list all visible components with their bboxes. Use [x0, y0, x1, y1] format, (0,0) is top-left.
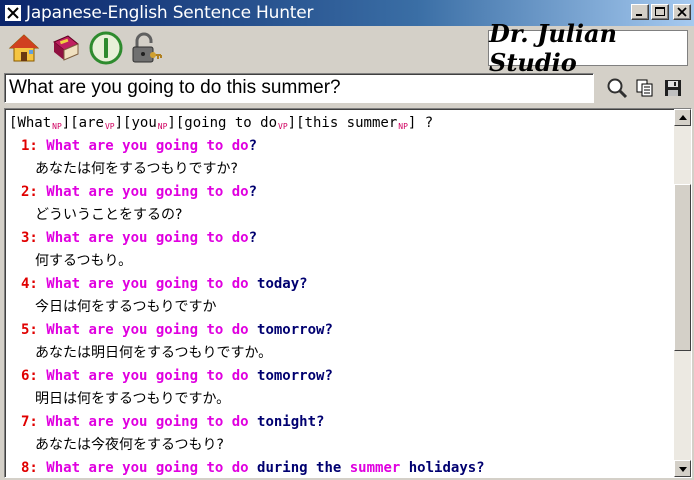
- phrase-tag: NP: [398, 122, 408, 131]
- sentence-search-input[interactable]: [4, 73, 594, 103]
- lock-button[interactable]: [128, 30, 164, 66]
- matched-text: What are you going to do: [46, 230, 249, 246]
- phrase-end: ?: [416, 115, 434, 131]
- phrase-chunk: [WhatNP]: [9, 115, 71, 131]
- vertical-scrollbar[interactable]: [674, 109, 691, 477]
- result-entry[interactable]: 2: What are you going to do? どういうことをするの?: [9, 181, 669, 227]
- app-icon: [4, 4, 22, 22]
- maximize-icon: [655, 7, 665, 16]
- maximize-button[interactable]: [651, 4, 669, 20]
- results-pane[interactable]: [WhatNP][areVP][youNP][going to doVP][th…: [4, 108, 692, 478]
- phrase-parse-line: [WhatNP][areVP][youNP][going to doVP][th…: [9, 113, 669, 135]
- save-button[interactable]: [660, 75, 686, 101]
- english-sentence: 2: What are you going to do?: [9, 181, 669, 204]
- phrase-text: you: [131, 115, 157, 131]
- japanese-translation: どういうことをするの?: [35, 207, 183, 223]
- search-button[interactable]: [604, 75, 630, 101]
- japanese-translation: あなたは何をするつもりですか?: [35, 161, 238, 177]
- result-entry[interactable]: 4: What are you going to do today? 今日は何をす…: [9, 273, 669, 319]
- result-number: 1:: [21, 138, 47, 154]
- matched-text: What are you going to do: [46, 322, 249, 338]
- matched-text: What are you going to do: [46, 460, 249, 476]
- sentence-text: tonight?: [248, 414, 325, 430]
- sentence-text: ?: [248, 230, 258, 246]
- phrase-tag: NP: [52, 122, 62, 131]
- search-icon: [607, 78, 628, 99]
- result-number: 4:: [21, 276, 47, 292]
- japanese-translation: 明日は何をするつもりですか。: [35, 391, 231, 407]
- english-sentence: 3: What are you going to do?: [9, 227, 669, 250]
- result-number: 8:: [21, 460, 47, 476]
- matched-text: summer: [349, 460, 401, 476]
- result-number: 6:: [21, 368, 47, 384]
- dictionary-book-icon: [53, 35, 79, 61]
- lock-icon: [132, 32, 162, 63]
- matched-text: What are you going to do: [46, 276, 249, 292]
- sentence-text: holidays?: [400, 460, 485, 476]
- studio-logo: Dr. Julian Studio: [488, 19, 688, 77]
- power-icon: [89, 31, 123, 65]
- japanese-translation: あなたは明日何をするつもりですか。: [35, 345, 273, 361]
- save-icon: [665, 80, 681, 96]
- phrase-text: this summer: [304, 115, 398, 131]
- matched-text: What are you going to do: [46, 138, 249, 154]
- sentence-text: ?: [248, 138, 258, 154]
- english-sentence: 8: What are you going to do during the s…: [9, 457, 669, 477]
- toolbar: Dr. Julian Studio: [0, 19, 694, 77]
- english-sentence: 1: What are you going to do?: [9, 135, 669, 158]
- matched-text: What are you going to do: [46, 368, 249, 384]
- sentence-text: tomorrow?: [248, 368, 333, 384]
- dictionary-button[interactable]: [48, 30, 84, 66]
- phrase-tag: VP: [278, 122, 288, 131]
- minimize-button[interactable]: [631, 4, 649, 20]
- search-row: [0, 70, 694, 106]
- copy-icon: [636, 79, 653, 97]
- matched-text: What are you going to do: [46, 184, 249, 200]
- result-number: 7:: [21, 414, 47, 430]
- phrase-text: are: [78, 115, 104, 131]
- result-entry[interactable]: 7: What are you going to do tonight? あなたは…: [9, 411, 669, 457]
- phrase-tag: NP: [157, 122, 168, 131]
- power-button[interactable]: [88, 30, 124, 66]
- result-entry[interactable]: 3: What are you going to do? 何するつもり。: [9, 227, 669, 273]
- close-icon: [677, 7, 687, 17]
- arrow-down-icon: [678, 466, 687, 472]
- phrase-tag: VP: [104, 122, 115, 131]
- japanese-translation: あなたは今夜何をするつもり?: [35, 437, 224, 453]
- home-button[interactable]: [6, 30, 42, 66]
- result-number: 2:: [21, 184, 47, 200]
- scroll-thumb[interactable]: [674, 184, 691, 351]
- result-number: 3:: [21, 230, 47, 246]
- sentence-text: tomorrow?: [248, 322, 333, 338]
- english-sentence: 7: What are you going to do tonight?: [9, 411, 669, 434]
- result-entry[interactable]: 5: What are you going to do tomorrow? あなた…: [9, 319, 669, 365]
- home-icon: [8, 34, 40, 62]
- result-entry[interactable]: 6: What are you going to do tomorrow? 明日は…: [9, 365, 669, 411]
- japanese-translation: 今日は何をするつもりですか: [35, 299, 217, 315]
- phrase-chunk: [going to doVP]: [175, 115, 297, 131]
- result-entry[interactable]: 8: What are you going to do during the s…: [9, 457, 669, 477]
- minimize-icon: [636, 14, 642, 16]
- sentence-text: during the: [248, 460, 350, 476]
- result-number: 5:: [21, 322, 47, 338]
- window-title: Japanese-English Sentence Hunter: [26, 3, 314, 23]
- sentence-text: ?: [248, 184, 258, 200]
- phrase-text: going to do: [184, 115, 278, 131]
- phrase-text: What: [17, 115, 52, 131]
- copy-button[interactable]: [632, 75, 658, 101]
- close-button[interactable]: [673, 4, 691, 20]
- sentence-text: today?: [248, 276, 308, 292]
- matched-text: What are you going to do: [46, 414, 249, 430]
- english-sentence: 4: What are you going to do today?: [9, 273, 669, 296]
- english-sentence: 6: What are you going to do tomorrow?: [9, 365, 669, 388]
- english-sentence: 5: What are you going to do tomorrow?: [9, 319, 669, 342]
- result-entry[interactable]: 1: What are you going to do? あなたは何をするつもりで…: [9, 135, 669, 181]
- phrase-chunk: [areVP]: [70, 115, 124, 131]
- scroll-down-button[interactable]: [674, 460, 691, 477]
- scroll-up-button[interactable]: [674, 109, 691, 126]
- phrase-chunk: [this summerNP]: [296, 115, 417, 131]
- phrase-chunk: [youNP]: [123, 115, 176, 131]
- japanese-translation: 何するつもり。: [35, 253, 133, 269]
- arrow-up-icon: [678, 114, 687, 120]
